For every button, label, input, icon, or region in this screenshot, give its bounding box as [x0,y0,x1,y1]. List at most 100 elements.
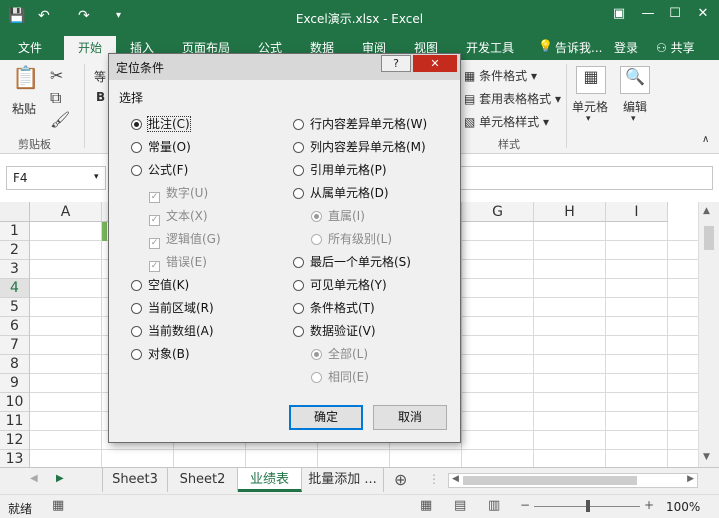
name-box[interactable]: F4 [6,166,106,190]
option-right-9[interactable]: 数据验证(V) [293,323,376,339]
option-right-1[interactable]: 列内容差异单元格(M) [293,139,426,155]
zoom-in-icon[interactable]: + [644,498,654,512]
font-name-fragment[interactable]: 等 [94,68,106,85]
dialog-close-button[interactable]: ✕ [413,55,457,72]
paste-icon[interactable]: 📋 [12,66,40,96]
column-header[interactable]: G [462,202,534,222]
share-button[interactable]: ⚇ 共享 [656,39,695,56]
radio-icon[interactable] [131,165,142,176]
cells-icon[interactable]: ▦ [576,66,606,94]
option-left-10[interactable]: 对象(B) [131,346,190,362]
name-box-dropdown-icon[interactable]: ▾ [94,172,99,182]
conditional-format-button[interactable]: ▦ 条件格式 ▾ [464,67,537,84]
ok-button[interactable]: 确定 [289,405,363,430]
sheet-tab-active[interactable]: 业绩表 [238,468,302,492]
formula-input[interactable] [460,166,713,190]
cell-styles-button[interactable]: ▧ 单元格样式 ▾ [464,113,549,130]
radio-icon[interactable] [131,303,142,314]
cancel-button[interactable]: 取消 [373,405,447,430]
row-header[interactable]: 9 [0,374,30,393]
scroll-left-icon[interactable]: ◀ [452,474,459,484]
macro-record-icon[interactable]: ▦ [52,498,64,513]
radio-icon[interactable] [293,303,304,314]
help-button[interactable]: ? [381,55,411,72]
option-right-0[interactable]: 行内容差异单元格(W) [293,116,427,132]
collapse-ribbon-icon[interactable]: ∧ [702,134,709,145]
editing-button-label[interactable]: 编辑 [623,98,647,115]
radio-icon[interactable] [293,142,304,153]
sheet-tab-sheet3[interactable]: Sheet3 [102,468,168,492]
editing-dropdown-icon[interactable]: ▾ [631,114,636,124]
cells-button-label[interactable]: 单元格 [572,98,608,115]
prev-sheet-icon[interactable]: ◀ [30,473,38,484]
row-header[interactable]: 4 [0,279,30,298]
format-as-table-button[interactable]: ▤ 套用表格格式 ▾ [464,90,561,107]
add-sheet-icon[interactable]: ⊕ [394,470,407,489]
option-right-2[interactable]: 引用单元格(P) [293,162,387,178]
option-left-1[interactable]: 常量(O) [131,139,191,155]
scroll-right-icon[interactable]: ▶ [687,474,694,484]
column-header[interactable]: I [606,202,668,222]
page-layout-view-icon[interactable]: ▤ [454,498,466,513]
option-left-7[interactable]: 空值(K) [131,277,189,293]
scroll-up-icon[interactable]: ▲ [703,206,710,216]
scroll-down-icon[interactable]: ▼ [703,452,710,462]
next-sheet-icon[interactable]: ▶ [56,473,64,484]
row-header[interactable]: 10 [0,393,30,412]
sheet-tab-batch[interactable]: 批量添加 ... [302,468,384,492]
tab-splitter-icon[interactable]: ⋮ [428,472,440,486]
row-header[interactable]: 8 [0,355,30,374]
horizontal-scrollbar[interactable]: ◀ ▶ [448,473,698,488]
option-left-8[interactable]: 当前区域(R) [131,300,214,316]
format-painter-icon[interactable]: 🖌 [50,110,70,129]
cells-dropdown-icon[interactable]: ▾ [586,114,591,124]
close-window-icon[interactable]: ✕ [692,6,714,21]
row-header[interactable]: 3 [0,260,30,279]
radio-icon[interactable] [131,142,142,153]
radio-icon[interactable] [293,257,304,268]
radio-icon[interactable] [293,326,304,337]
zoom-level[interactable]: 100% [666,500,700,514]
radio-icon[interactable] [131,349,142,360]
radio-icon[interactable] [293,165,304,176]
radio-icon[interactable] [131,119,142,130]
tell-me-box[interactable]: 告诉我... [555,39,602,56]
maximize-icon[interactable]: ☐ [664,6,686,21]
option-right-6[interactable]: 最后一个单元格(S) [293,254,411,270]
option-left-2[interactable]: 公式(F) [131,162,188,178]
row-header[interactable]: 12 [0,431,30,450]
row-header[interactable]: 2 [0,241,30,260]
sign-in-link[interactable]: 登录 [614,39,638,56]
vertical-scrollbar[interactable]: ▲ ▼ [698,202,719,467]
scroll-thumb[interactable] [704,226,714,250]
option-right-7[interactable]: 可见单元格(Y) [293,277,387,293]
bold-button[interactable]: B [96,90,105,104]
tab-developer[interactable]: 开发工具 [466,39,514,56]
normal-view-icon[interactable]: ▦ [420,498,432,513]
option-right-8[interactable]: 条件格式(T) [293,300,375,316]
column-header[interactable]: A [30,202,102,222]
h-scroll-thumb[interactable] [463,476,637,485]
radio-icon[interactable] [293,280,304,291]
select-all-corner[interactable] [0,202,30,222]
paste-label[interactable]: 粘贴 [12,100,36,117]
row-header[interactable]: 1 [0,222,30,241]
page-break-view-icon[interactable]: ▥ [488,498,500,513]
radio-icon[interactable] [293,188,304,199]
column-header[interactable]: H [534,202,606,222]
row-header[interactable]: 6 [0,317,30,336]
radio-icon[interactable] [131,326,142,337]
zoom-slider-thumb[interactable] [586,500,590,512]
row-header[interactable]: 13 [0,450,30,467]
tab-file[interactable]: 文件 [18,39,42,56]
copy-icon[interactable]: ⧉ [50,88,61,108]
option-right-3[interactable]: 从属单元格(D) [293,185,389,201]
row-header[interactable]: 11 [0,412,30,431]
ribbon-display-icon[interactable]: ▣ [608,6,630,21]
option-left-0[interactable]: 批注(C) [131,116,191,132]
radio-icon[interactable] [131,280,142,291]
search-icon[interactable]: 🔍 [620,66,650,94]
minimize-icon[interactable]: — [637,6,659,21]
cut-icon[interactable]: ✂ [50,66,63,85]
row-header[interactable]: 5 [0,298,30,317]
